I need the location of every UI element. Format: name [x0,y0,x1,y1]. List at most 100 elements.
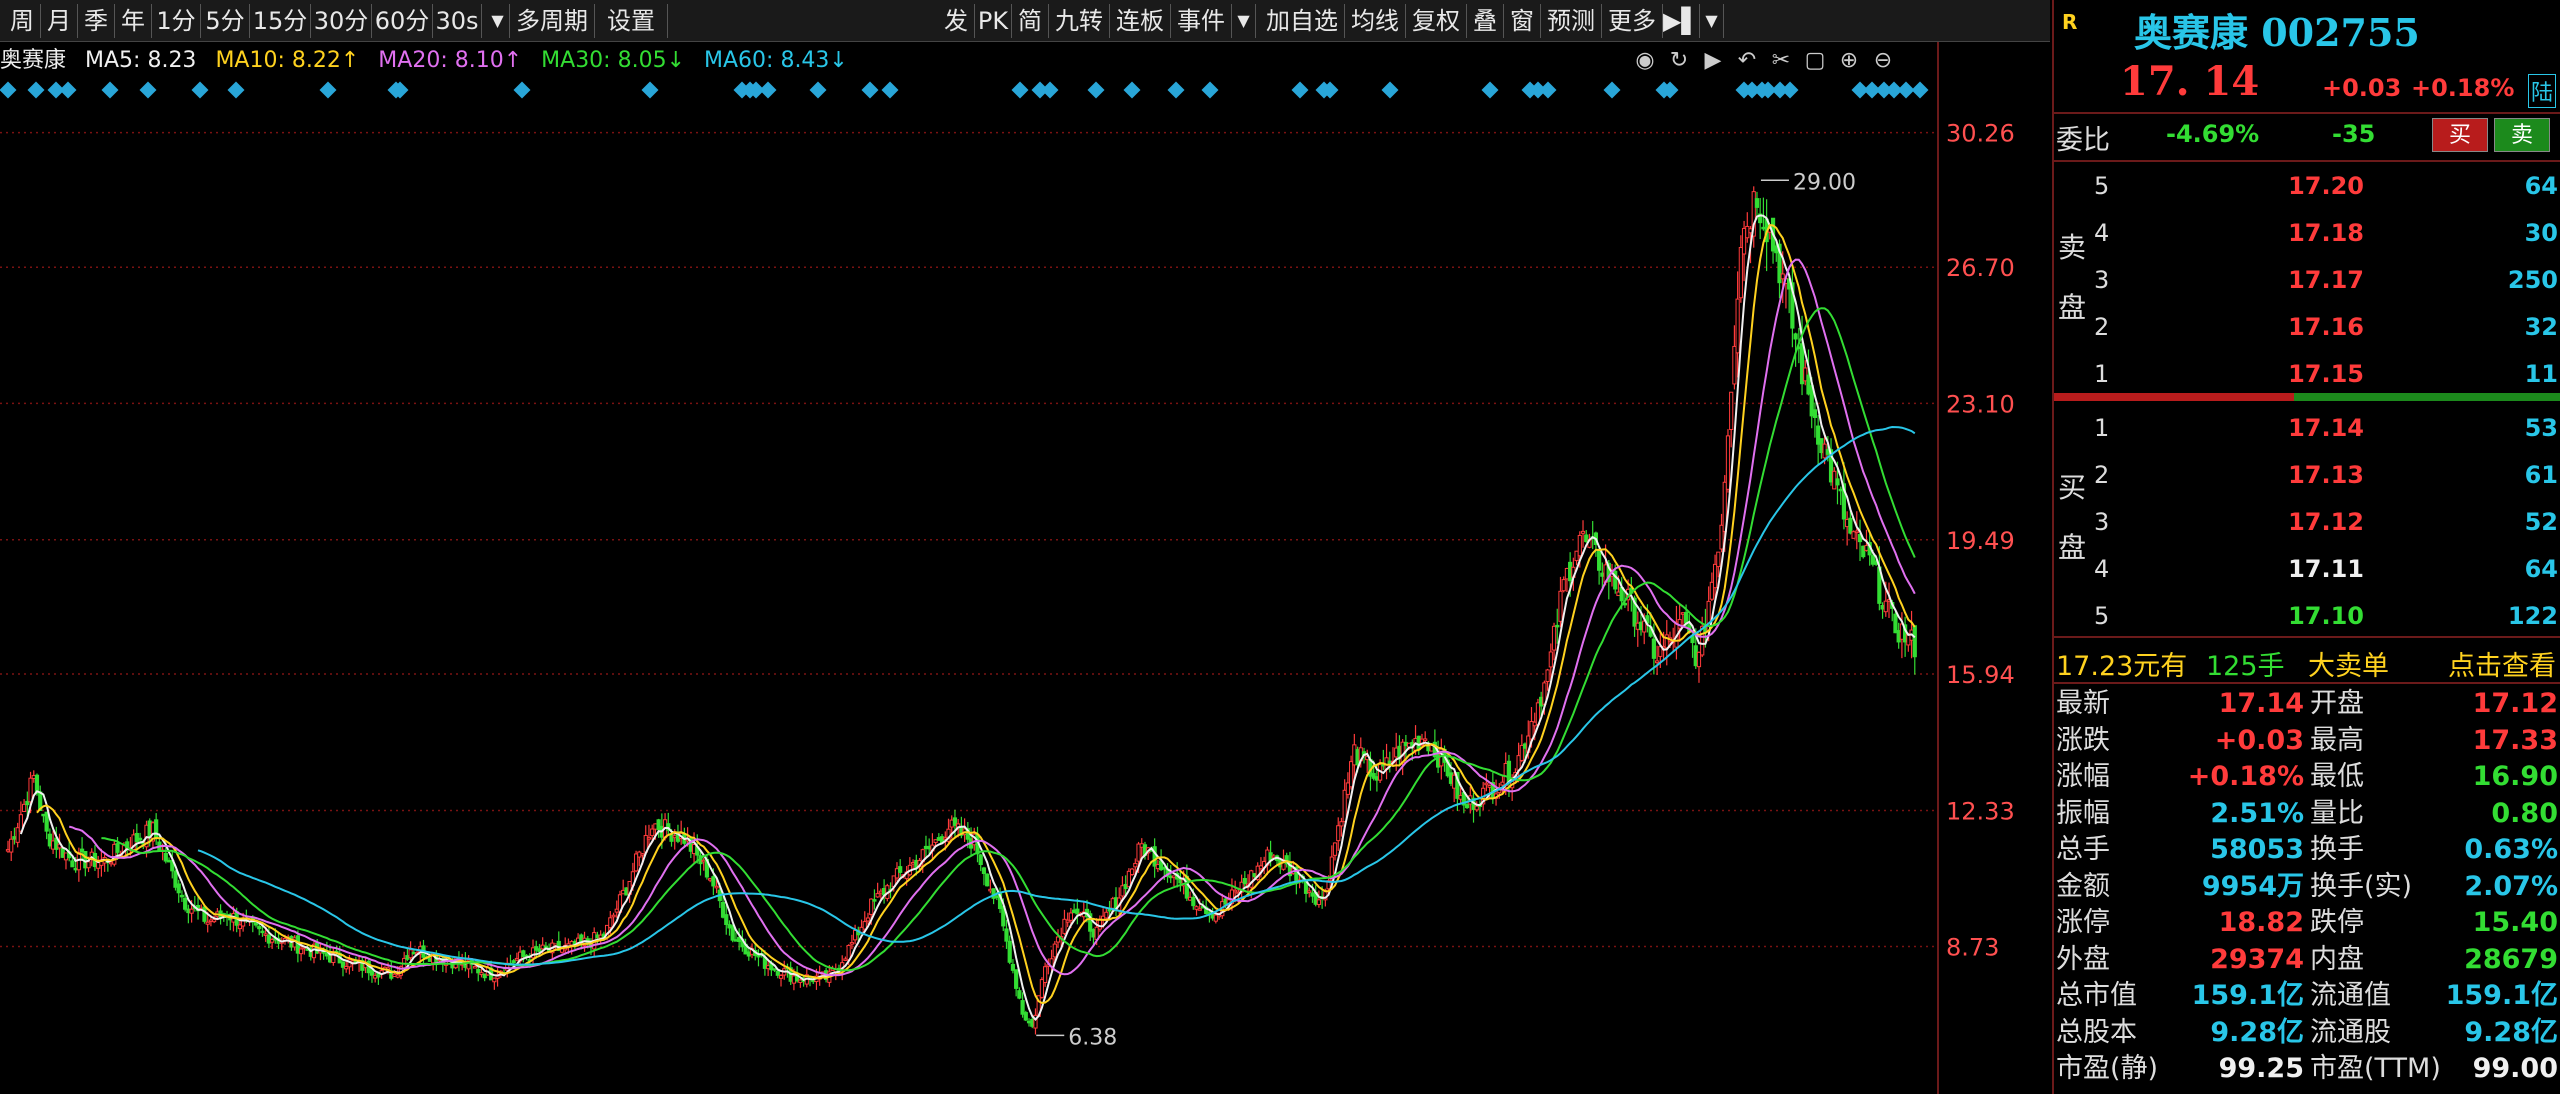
candle-body[interactable] [270,939,275,943]
candle-body[interactable] [1107,909,1112,912]
candle-body[interactable] [646,837,652,840]
candle-body[interactable] [798,979,803,983]
candle-body[interactable] [1223,898,1228,905]
bids-row[interactable]: 1 17.14 53 [2054,405,2560,451]
event-diamond[interactable] [59,81,77,99]
candle-body[interactable] [1519,744,1524,761]
candle-body[interactable] [205,921,210,925]
candle-body[interactable] [1735,298,1740,354]
candle-body[interactable] [115,843,120,853]
candle-body[interactable] [25,800,30,806]
candle-body[interactable] [1039,979,1045,998]
event-diamond[interactable] [27,81,45,99]
candle-body[interactable] [1316,899,1322,906]
toolbar-btn-21[interactable]: 均线 [1345,4,1406,38]
candle-body[interactable] [1712,563,1718,589]
candle-body[interactable] [1822,443,1827,459]
candle-body[interactable] [1819,438,1824,454]
asks-row[interactable]: 1 17.15 11 [2054,351,2560,397]
candle-body[interactable] [405,955,410,960]
candle-body[interactable] [849,942,854,945]
candle-body[interactable] [1597,549,1602,571]
candle-body[interactable] [1123,883,1128,890]
candle-body[interactable] [656,819,661,831]
candle-body[interactable] [1832,470,1837,490]
candle-body[interactable] [1896,630,1901,643]
candle-body[interactable] [5,849,11,852]
candle-body[interactable] [83,850,88,869]
candle-body[interactable] [137,837,143,841]
candle-body[interactable] [540,944,545,950]
candle-body[interactable] [653,823,658,830]
candle-body[interactable] [1574,550,1579,562]
candle-body[interactable] [186,908,191,914]
candle-body[interactable] [1242,878,1247,885]
candle-body[interactable] [1732,345,1737,385]
candle-body[interactable] [569,941,574,946]
toolbar-btn-13[interactable]: 发 [938,4,975,38]
event-diamond[interactable] [861,81,879,99]
candle-body[interactable] [60,847,65,858]
play-icon[interactable]: ▶ [1696,44,1730,78]
candle-body[interactable] [237,924,243,930]
candle-body[interactable] [1655,660,1660,664]
candle-body[interactable] [711,876,716,887]
candle-body[interactable] [1136,843,1141,862]
candle-body[interactable] [1883,600,1888,613]
candle-body[interactable] [1448,772,1454,784]
candle-body[interactable] [791,975,797,984]
candle-body[interactable] [1155,864,1160,870]
candle-body[interactable] [1709,581,1714,600]
candle-body[interactable] [1761,226,1766,230]
candle-body[interactable] [1600,572,1605,577]
candle-body[interactable] [608,917,613,929]
candle-body[interactable] [514,957,520,961]
candle-body[interactable] [1729,391,1734,430]
candle-body[interactable] [994,895,999,898]
candle-body[interactable] [47,833,52,847]
candle-body[interactable] [595,934,600,939]
toolbar-btn-25[interactable]: 预测 [1541,4,1602,38]
candle-body[interactable] [1500,781,1505,786]
event-diamond[interactable] [139,81,157,99]
candle-body[interactable] [1017,990,1022,999]
candle-body[interactable] [1197,908,1202,911]
candle-body[interactable] [1806,374,1811,395]
candle-body[interactable] [1026,1020,1032,1024]
candle-body[interactable] [952,817,958,826]
candle-body[interactable] [1213,914,1218,922]
candle-body[interactable] [1484,782,1489,786]
event-diamond[interactable] [1781,81,1799,99]
eye-icon[interactable]: ◉ [1628,44,1662,78]
candle-body[interactable] [1793,333,1798,340]
candle-body[interactable] [1394,747,1399,758]
candle-body[interactable] [843,958,848,961]
candle-body[interactable] [208,919,214,923]
candle-body[interactable] [179,894,185,898]
candle-body[interactable] [41,813,46,817]
candle-body[interactable] [981,867,987,874]
candle-body[interactable] [1548,651,1553,668]
candle-body[interactable] [1355,749,1360,766]
candle-body[interactable] [1635,622,1640,630]
candle-body[interactable] [1104,911,1109,919]
candle-body[interactable] [1838,488,1843,492]
candle-body[interactable] [898,866,903,873]
event-diamond[interactable] [1011,81,1029,99]
scissors-icon[interactable]: ✂ [1764,44,1798,78]
candle-body[interactable] [1539,696,1544,707]
event-markers[interactable] [0,81,1929,99]
candle-body[interactable] [22,803,27,812]
candle-body[interactable] [746,951,751,957]
candle-body[interactable] [1139,843,1144,848]
candle-body[interactable] [266,934,271,944]
candle-body[interactable] [183,897,188,910]
candle-body[interactable] [1233,889,1238,893]
candle-body[interactable] [772,968,777,971]
candle-body[interactable] [166,859,172,863]
candle-body[interactable] [112,843,117,865]
candle-body[interactable] [637,851,642,858]
event-diamond[interactable] [1539,81,1557,99]
candle-body[interactable] [476,968,481,974]
candles[interactable] [5,186,1917,1035]
